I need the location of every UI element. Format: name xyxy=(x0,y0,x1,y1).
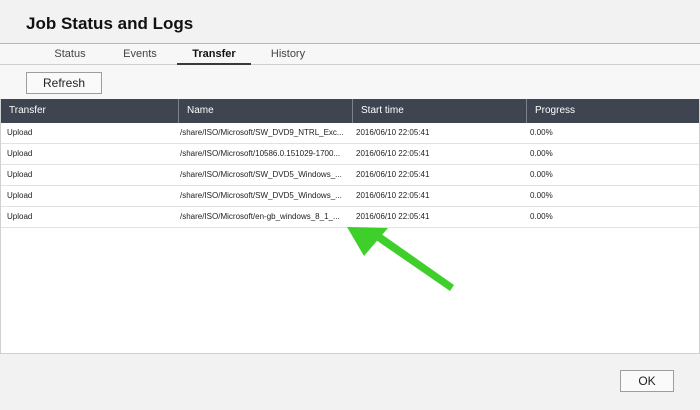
column-header-name[interactable]: Name xyxy=(179,99,353,123)
cell-progress: 0.00% xyxy=(530,149,553,158)
cell-name: /share/ISO/Microsoft/en-gb_windows_8_1_.… xyxy=(180,212,340,221)
ok-button[interactable]: OK xyxy=(620,370,674,392)
tab-history[interactable]: History xyxy=(258,44,318,65)
cell-transfer: Upload xyxy=(7,128,33,137)
column-header-progress[interactable]: Progress xyxy=(527,99,699,123)
cell-name: /share/ISO/Microsoft/SW_DVD5_Windows_... xyxy=(180,170,342,179)
cell-transfer: Upload xyxy=(7,149,33,158)
cell-progress: 0.00% xyxy=(530,170,553,179)
table-row[interactable]: Upload /share/ISO/Microsoft/10586.0.1510… xyxy=(1,144,699,165)
dialog-footer: OK xyxy=(0,353,700,410)
transfer-table: Transfer Name Start time Progress Upload… xyxy=(0,99,700,353)
window-title: Job Status and Logs xyxy=(26,14,194,33)
column-header-transfer[interactable]: Transfer xyxy=(1,99,179,123)
table-header: Transfer Name Start time Progress xyxy=(1,99,699,123)
table-row[interactable]: Upload /share/ISO/Microsoft/en-gb_window… xyxy=(1,207,699,228)
table-row[interactable]: Upload /share/ISO/Microsoft/SW_DVD5_Wind… xyxy=(1,186,699,207)
table-row[interactable]: Upload /share/ISO/Microsoft/SW_DVD9_NTRL… xyxy=(1,123,699,144)
table-row[interactable]: Upload /share/ISO/Microsoft/SW_DVD5_Wind… xyxy=(1,165,699,186)
tab-transfer[interactable]: Transfer xyxy=(177,44,251,65)
cell-transfer: Upload xyxy=(7,170,33,179)
cell-start-time: 2016/06/10 22:05:41 xyxy=(356,128,430,137)
cell-name: /share/ISO/Microsoft/SW_DVD5_Windows_... xyxy=(180,191,342,200)
cell-transfer: Upload xyxy=(7,191,33,200)
tab-events[interactable]: Events xyxy=(112,44,168,65)
cell-progress: 0.00% xyxy=(530,212,553,221)
cell-start-time: 2016/06/10 22:05:41 xyxy=(356,191,430,200)
cell-start-time: 2016/06/10 22:05:41 xyxy=(356,170,430,179)
toolbar: Refresh xyxy=(0,65,700,99)
tab-status[interactable]: Status xyxy=(42,44,98,65)
cell-name: /share/ISO/Microsoft/SW_DVD9_NTRL_Exc... xyxy=(180,128,344,137)
refresh-button[interactable]: Refresh xyxy=(26,72,102,94)
cell-progress: 0.00% xyxy=(530,191,553,200)
cell-start-time: 2016/06/10 22:05:41 xyxy=(356,149,430,158)
tab-strip: Status Events Transfer History xyxy=(0,43,700,65)
cell-start-time: 2016/06/10 22:05:41 xyxy=(356,212,430,221)
cell-name: /share/ISO/Microsoft/10586.0.151029-1700… xyxy=(180,149,341,158)
title-bar: Job Status and Logs xyxy=(0,0,700,43)
cell-progress: 0.00% xyxy=(530,128,553,137)
column-header-start-time[interactable]: Start time xyxy=(353,99,527,123)
cell-transfer: Upload xyxy=(7,212,33,221)
